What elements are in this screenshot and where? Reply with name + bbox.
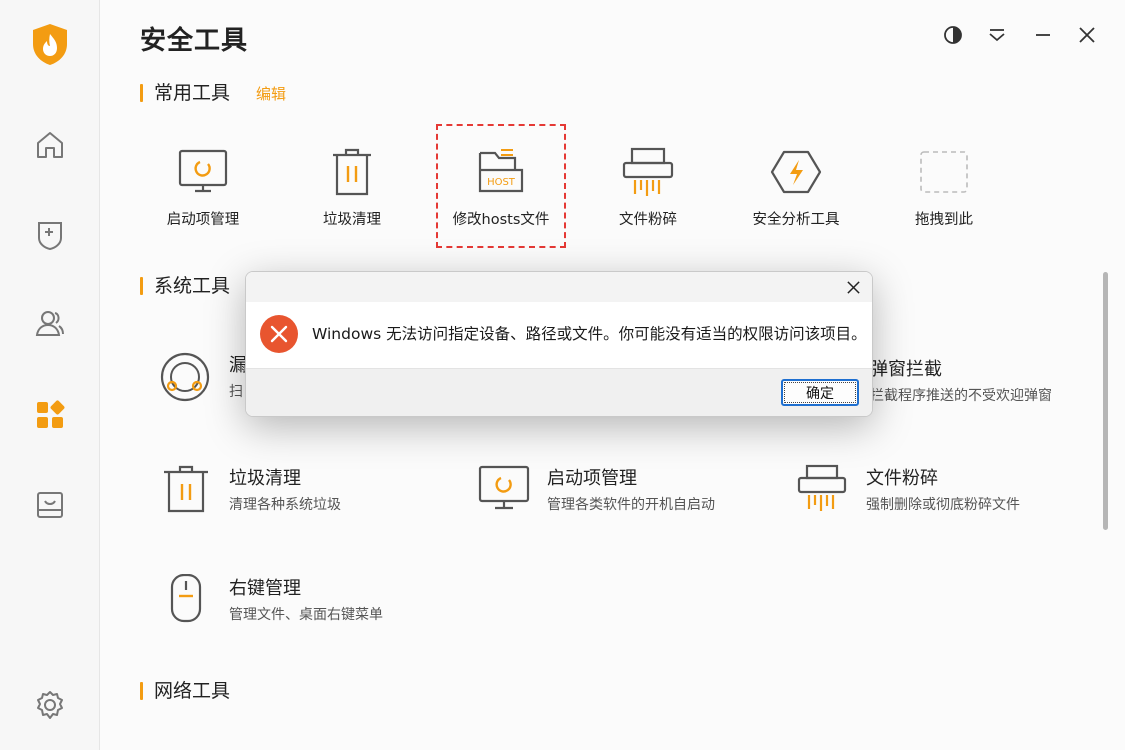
tool-label: 垃圾清理 xyxy=(323,212,381,228)
tool-label: 安全分析工具 xyxy=(752,212,840,228)
loophole-scan-icon xyxy=(160,352,210,402)
nav-users[interactable] xyxy=(30,303,70,343)
ok-button[interactable]: 确定 xyxy=(781,379,859,406)
section-title-system: 系统工具 xyxy=(140,275,230,297)
nav-tray[interactable] xyxy=(30,485,70,525)
trash-icon xyxy=(164,465,208,513)
tool-startup-manager-large[interactable]: 启动项管理 管理各类软件的开机自启动 xyxy=(477,464,777,524)
drop-placeholder-icon xyxy=(920,151,968,193)
close-button[interactable] xyxy=(1074,22,1100,48)
tools-grid-icon xyxy=(37,400,65,428)
dialog-footer: 确定 xyxy=(246,368,872,416)
tool-label: 修改hosts文件 xyxy=(452,212,550,228)
tool-desc: 扫 xyxy=(229,384,243,400)
shredder-icon xyxy=(622,147,674,196)
tool-junk-clean[interactable]: 垃圾清理 xyxy=(287,140,417,240)
tool-desc: 管理文件、桌面右键菜单 xyxy=(229,607,383,623)
error-icon xyxy=(260,315,298,353)
dialog-message: Windows 无法访问指定设备、路径或文件。你可能没有适当的权限访问该项目。 xyxy=(312,325,867,343)
tool-title: 文件粉碎 xyxy=(866,468,938,489)
mouse-icon xyxy=(170,574,202,623)
tool-file-shredder-large[interactable]: 文件粉碎 强制删除或彻底粉碎文件 xyxy=(796,464,1096,524)
section-title-common: 常用工具 xyxy=(140,82,230,104)
dialog-titlebar[interactable] xyxy=(246,272,872,302)
tool-label: 启动项管理 xyxy=(166,212,240,228)
scrollbar[interactable] xyxy=(1103,272,1108,530)
close-icon xyxy=(846,280,860,294)
theme-toggle-button[interactable] xyxy=(940,22,966,48)
nav-settings[interactable] xyxy=(30,685,70,725)
nav-tools[interactable] xyxy=(30,395,70,435)
sidebar xyxy=(0,0,100,750)
hosts-file-icon: HOST xyxy=(478,149,524,193)
tool-context-menu[interactable]: 右键管理 管理文件、桌面右键菜单 xyxy=(159,574,459,634)
nav-home[interactable] xyxy=(30,125,70,165)
tool-title: 垃圾清理 xyxy=(229,468,301,489)
tool-drop-target[interactable]: 拖拽到此 xyxy=(879,140,1009,240)
tool-edit-hosts[interactable]: HOST 修改hosts文件 xyxy=(436,124,566,248)
minimize-icon xyxy=(1036,34,1050,36)
tool-junk-clean-large[interactable]: 垃圾清理 清理各种系统垃圾 xyxy=(159,464,459,524)
home-icon xyxy=(37,132,63,158)
tool-title: 右键管理 xyxy=(229,578,301,599)
tool-title: 启动项管理 xyxy=(547,468,637,489)
close-icon xyxy=(1079,27,1095,43)
edit-link[interactable]: 编辑 xyxy=(256,83,286,104)
monitor-startup-icon xyxy=(478,465,530,510)
monitor-startup-icon xyxy=(178,149,228,193)
tool-label: 文件粉碎 xyxy=(619,212,677,228)
tool-desc: 拦截程序推送的不受欢迎弹窗 xyxy=(870,388,1052,404)
tool-startup-manager[interactable]: 启动项管理 xyxy=(138,140,268,240)
shield-plus-icon xyxy=(38,222,62,251)
tool-desc: 管理各类软件的开机自启动 xyxy=(547,497,715,513)
dialog-body: Windows 无法访问指定设备、路径或文件。你可能没有适当的权限访问该项目。 xyxy=(246,302,872,368)
trash-icon xyxy=(333,148,371,196)
page-title: 安全工具 xyxy=(140,26,249,56)
gear-icon xyxy=(37,691,63,719)
menu-button[interactable] xyxy=(984,22,1010,48)
tool-desc: 强制删除或彻底粉碎文件 xyxy=(866,497,1020,513)
tray-icon xyxy=(37,492,63,518)
shredder-icon xyxy=(797,464,847,511)
users-icon xyxy=(35,311,64,336)
error-dialog: Windows 无法访问指定设备、路径或文件。你可能没有适当的权限访问该项目。 … xyxy=(245,271,873,417)
menu-dropdown-icon xyxy=(989,29,1005,42)
tool-security-analysis[interactable]: 安全分析工具 xyxy=(731,140,861,240)
app-logo xyxy=(30,22,70,66)
tool-label: 拖拽到此 xyxy=(915,212,973,228)
contrast-icon xyxy=(944,26,962,44)
section-title-network: 网络工具 xyxy=(140,680,230,702)
nav-protection[interactable] xyxy=(30,215,70,255)
shield-bolt-icon xyxy=(770,150,822,194)
tool-title: 弹窗拦截 xyxy=(870,359,942,380)
dialog-close-button[interactable] xyxy=(842,276,864,298)
minimize-button[interactable] xyxy=(1030,22,1056,48)
tool-file-shredder[interactable]: 文件粉碎 xyxy=(583,140,713,240)
svg-text:HOST: HOST xyxy=(487,177,516,188)
tool-desc: 清理各种系统垃圾 xyxy=(229,497,341,513)
